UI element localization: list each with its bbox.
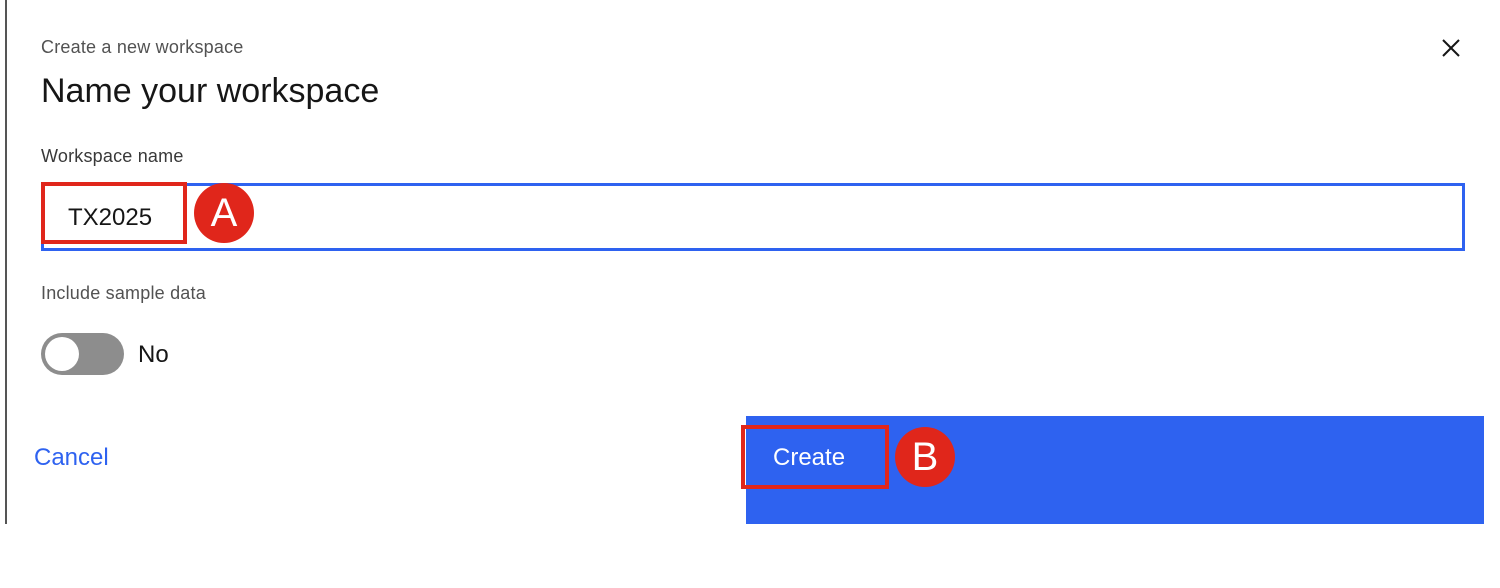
annotation-marker-a: A [194,183,254,243]
annotation-marker-b: B [895,427,955,487]
workspace-name-field[interactable] [41,183,1465,251]
dialog-overline: Create a new workspace [41,37,244,57]
close-button[interactable] [1431,28,1471,68]
screenshot-page: Create a new workspace Name your workspa… [0,0,1500,588]
dialog-title: Name your workspace [41,72,380,110]
cancel-button[interactable]: Cancel [7,416,746,524]
toggle-knob [45,337,79,371]
workspace-name-label: Workspace name [41,146,184,166]
annotation-highlight-b [741,425,889,489]
workspace-name-input[interactable] [68,198,1428,238]
annotation-highlight-a [41,182,187,244]
sample-data-label: Include sample data [41,283,206,303]
toggle-state-label: No [138,341,169,368]
close-icon [1442,39,1460,57]
cancel-button-label: Cancel [34,444,109,471]
sample-data-toggle[interactable] [41,333,124,375]
